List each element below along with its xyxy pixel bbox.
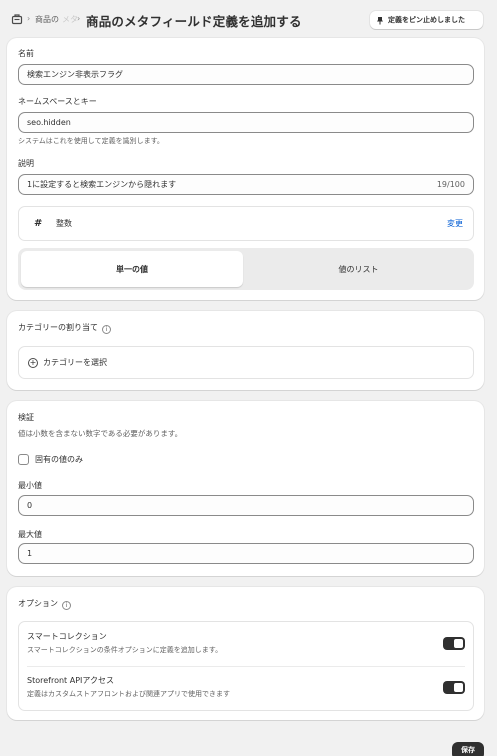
max-value: 1	[27, 549, 33, 558]
top-bar: › 商品の メタ › 商品のメタフィールド定義を追加する 定義をピン止めしました	[0, 0, 497, 38]
max-value-field[interactable]: 1	[18, 543, 474, 564]
options-heading: オプション i	[18, 598, 71, 610]
divider	[27, 666, 465, 667]
validation-note: 値は小数を含まない数字である必要があります。	[18, 429, 183, 438]
save-button-label: 保存	[461, 746, 475, 754]
name-field-value: 検索エンジン非表示フラグ	[27, 70, 123, 79]
list-value-option[interactable]: 値のリスト	[246, 251, 471, 287]
pin-button-label: 定義をピン止めしました	[388, 16, 465, 24]
storefront-api-title: Storefront APIアクセス	[27, 676, 114, 685]
namespace-field[interactable]: seo.hidden	[18, 112, 474, 133]
category-card: カテゴリーの割り当て i + カテゴリーを選択	[7, 311, 484, 390]
smart-collection-toggle[interactable]	[443, 637, 465, 650]
smart-collection-title: スマートコレクション	[27, 632, 107, 641]
unique-values-checkbox[interactable]	[18, 454, 29, 465]
min-value-label: 最小値	[18, 481, 42, 490]
storefront-api-desc: 定義はカスタムストアフロントおよび関連アプリで使用できます	[27, 690, 230, 698]
value-type-toggle: 単一の値 値のリスト	[18, 248, 474, 290]
info-icon[interactable]: i	[102, 325, 111, 334]
validation-card: 検証 値は小数を含まない数字である必要があります。 固有の値のみ 最小値 0 最…	[7, 401, 484, 576]
breadcrumb-overflow: メタ	[62, 15, 78, 24]
name-label: 名前	[18, 49, 34, 58]
description-label: 説明	[18, 159, 34, 168]
type-label: 整数	[56, 219, 72, 228]
single-value-option[interactable]: 単一の値	[21, 251, 243, 287]
name-field[interactable]: 検索エンジン非表示フラグ	[18, 64, 474, 85]
category-heading: カテゴリーの割り当て i	[18, 322, 111, 334]
unique-values-label: 固有の値のみ	[35, 455, 83, 464]
namespace-label: ネームスペースとキー	[18, 97, 97, 106]
type-selector: # 整数 変更	[18, 206, 474, 241]
chevron-right-icon: ›	[77, 14, 81, 23]
plus-circle-icon: +	[28, 358, 38, 368]
select-category-button[interactable]: + カテゴリーを選択	[18, 346, 474, 379]
definition-card: 名前 検索エンジン非表示フラグ ネームスペースとキー seo.hidden シス…	[7, 38, 484, 300]
namespace-help-text: システムはこれを使用して定義を識別します。	[18, 137, 164, 145]
namespace-field-value: seo.hidden	[27, 118, 71, 127]
description-field-value: 1に設定すると検索エンジンから隠れます	[27, 180, 177, 189]
category-heading-text: カテゴリーの割り当て	[18, 323, 98, 332]
validation-heading: 検証	[18, 413, 34, 422]
character-counter: 19/100	[436, 180, 465, 189]
pin-definition-button[interactable]: 定義をピン止めしました	[370, 11, 483, 29]
description-field[interactable]: 1に設定すると検索エンジンから隠れます 19/100	[18, 174, 474, 195]
page-title: 商品のメタフィールド定義を追加する	[86, 14, 302, 29]
change-type-link[interactable]: 変更	[447, 218, 463, 229]
smart-collection-desc: スマートコレクションの条件オプションに定義を追加します。	[27, 646, 223, 654]
metafield-icon[interactable]	[11, 13, 23, 25]
integer-type-icon: #	[34, 218, 43, 229]
info-icon[interactable]: i	[62, 601, 71, 610]
options-list: スマートコレクション スマートコレクションの条件オプションに定義を追加します。 …	[18, 621, 474, 711]
min-value-field[interactable]: 0	[18, 495, 474, 516]
single-value-label: 単一の値	[116, 264, 148, 274]
list-value-label: 値のリスト	[338, 264, 379, 274]
max-value-label: 最大値	[18, 530, 42, 539]
storefront-api-toggle[interactable]	[443, 681, 465, 694]
min-value: 0	[27, 501, 33, 510]
options-card: オプション i スマートコレクション スマートコレクションの条件オプションに定義を…	[7, 587, 484, 720]
pin-icon	[377, 16, 383, 24]
chevron-right-icon: ›	[27, 14, 31, 23]
save-button[interactable]: 保存	[452, 742, 484, 756]
options-heading-text: オプション	[18, 599, 58, 608]
select-category-label: カテゴリーを選択	[43, 358, 107, 367]
breadcrumb-link[interactable]: 商品の	[35, 14, 59, 25]
